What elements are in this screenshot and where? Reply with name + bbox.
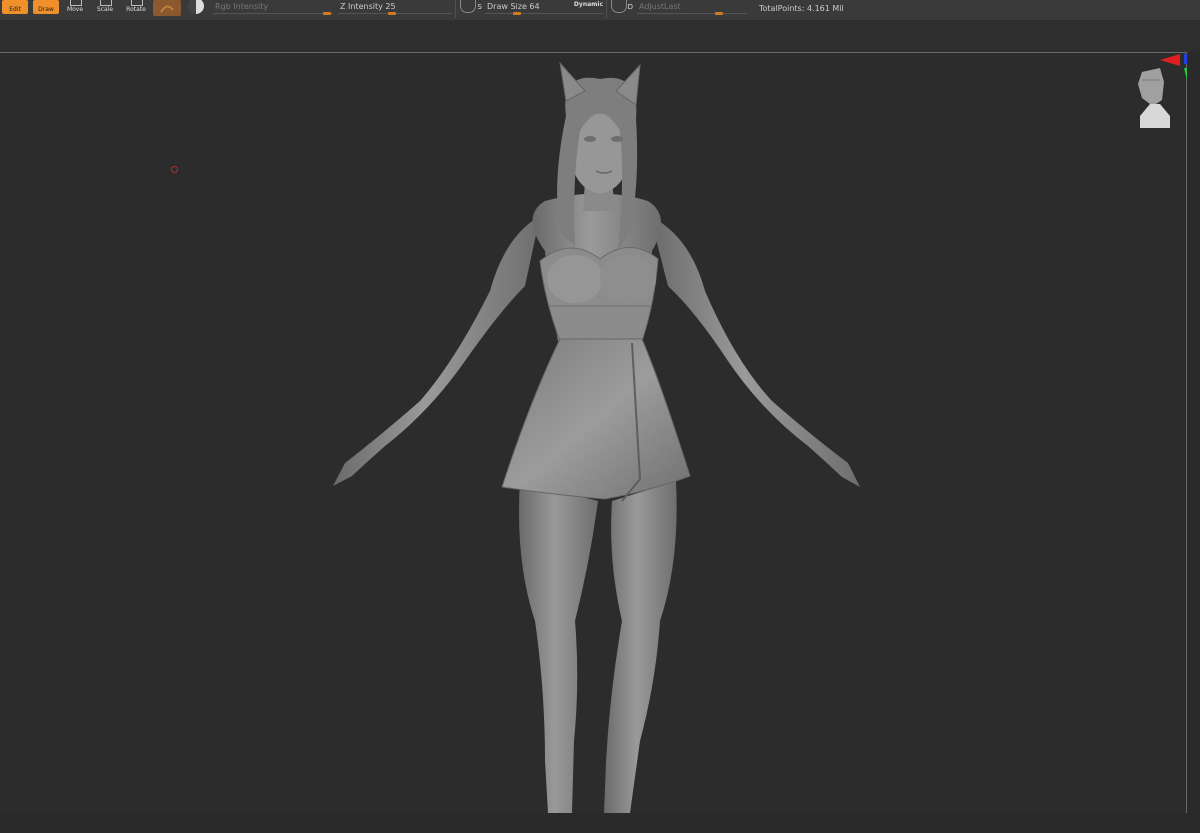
z-intensity-slider[interactable]: Z Intensity 25 — [338, 0, 452, 20]
top-toolbar: Edit Draw Move Scale Rotate Rgb Intensit… — [0, 0, 1200, 20]
move-button[interactable]: Move — [63, 0, 87, 14]
total-points-readout: TotalPoints: 4.161 Mil — [759, 4, 844, 13]
rgb-intensity-slider[interactable]: Rgb Intensity — [213, 0, 333, 20]
s-focal-button[interactable]: S — [460, 0, 482, 13]
edit-button[interactable]: Edit — [2, 0, 28, 14]
canvas-viewport[interactable] — [0, 52, 1187, 814]
material-sphere-icon — [188, 0, 204, 14]
brush-material-button[interactable] — [153, 0, 181, 16]
right-shelf — [1187, 52, 1200, 833]
d-focal-button[interactable]: D — [611, 0, 633, 13]
dynamic-toggle[interactable]: Dynamic — [574, 1, 603, 8]
draw-size-slider[interactable]: Draw Size 64 Dynamic — [485, 0, 603, 20]
bottom-shelf — [0, 813, 1187, 833]
brush-icon — [160, 5, 174, 13]
draw-size-knob[interactable] — [513, 12, 521, 15]
rotate-button[interactable]: Rotate — [124, 0, 148, 14]
scale-button[interactable]: Scale — [93, 0, 117, 14]
brush-cursor — [171, 166, 178, 173]
rgb-intensity-knob[interactable] — [323, 12, 331, 15]
z-intensity-knob[interactable] — [388, 12, 396, 15]
draw-button[interactable]: Draw — [33, 0, 59, 14]
sculpt-model — [333, 61, 860, 813]
adjust-last-slider[interactable]: AdjustLast — [637, 0, 747, 20]
toolbar-gap — [0, 20, 1200, 52]
adjust-last-knob[interactable] — [715, 12, 723, 15]
material-button[interactable] — [185, 0, 207, 16]
